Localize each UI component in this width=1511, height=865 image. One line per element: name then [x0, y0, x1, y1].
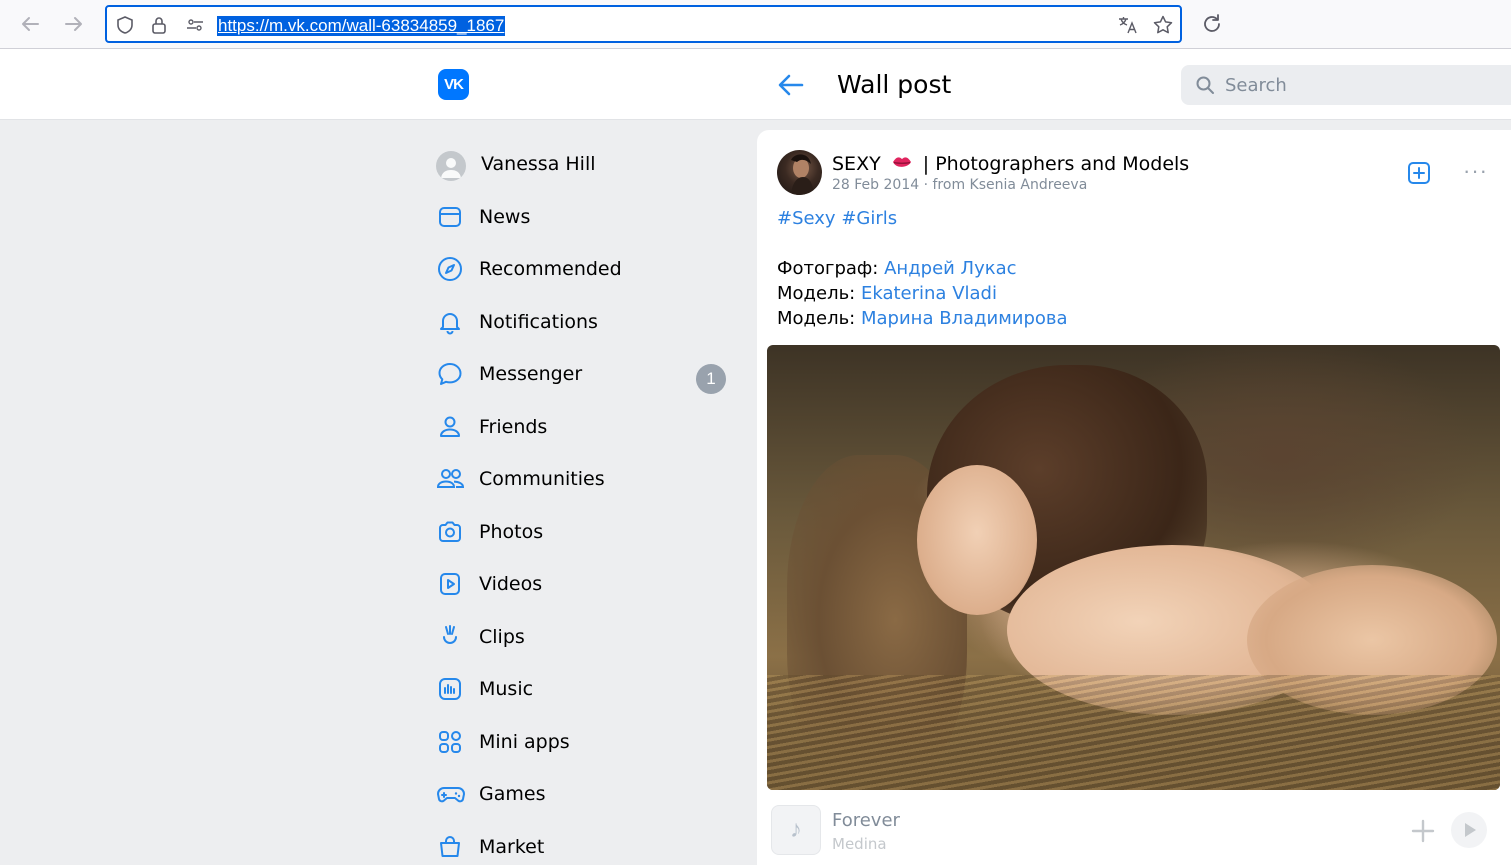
sidebar-item-photos[interactable]: Photos	[430, 508, 736, 552]
sidebar-item-label: Music	[479, 678, 534, 700]
community-name-prefix: SEXY	[832, 153, 881, 175]
sidebar-item-news[interactable]: News	[430, 193, 736, 237]
add-track-icon[interactable]	[1411, 819, 1435, 843]
browser-forward-icon[interactable]	[60, 10, 88, 38]
sidebar-item-notifications[interactable]: Notifications	[430, 298, 736, 342]
credit-line: Модель: Ekaterina Vladi	[777, 281, 997, 306]
meta-separator: ·	[923, 177, 929, 193]
sidebar-item-label: Mini apps	[479, 731, 570, 753]
credit-link[interactable]: Ekaterina Vladi	[861, 283, 997, 304]
music-note-icon: ♪	[771, 805, 821, 855]
gamepad-icon	[436, 780, 465, 808]
credit-line: Модель: Марина Владимирова	[777, 306, 1068, 331]
sidebar-item-label: Friends	[479, 416, 548, 438]
credit-line: Фотограф: Андрей Лукас	[777, 256, 1017, 281]
sidebar-item-label: Photos	[479, 521, 544, 543]
apps-icon	[436, 728, 464, 756]
photo-region	[917, 465, 1037, 615]
photo-region	[767, 675, 1500, 790]
sidebar-item-label: Market	[479, 836, 545, 858]
track-title: Forever	[832, 810, 900, 831]
translate-icon[interactable]	[1117, 14, 1139, 36]
clips-icon	[436, 623, 464, 651]
vk-logo[interactable]: VK	[438, 69, 469, 100]
message-icon	[436, 360, 464, 388]
search-input[interactable]	[1225, 65, 1495, 105]
credit-label: Фотограф:	[777, 258, 879, 279]
user-icon	[436, 413, 464, 441]
credit-link[interactable]: Андрей Лукас	[884, 258, 1016, 279]
search-icon	[1195, 75, 1215, 95]
browser-toolbar: https://m.vk.com/wall-63834859_1867	[0, 0, 1511, 49]
sidebar-item-music[interactable]: Music	[430, 665, 736, 709]
sidebar-item-label: Messenger	[479, 363, 583, 385]
sidebar-item-mini-apps[interactable]: Mini apps	[430, 718, 736, 762]
permissions-icon[interactable]	[185, 15, 205, 35]
browser-back-icon[interactable]	[16, 10, 44, 38]
post-photo[interactable]	[767, 345, 1500, 790]
wall-post-card: SEXY | Photographers and Models 28 Feb 2…	[757, 130, 1511, 865]
unread-badge: 1	[696, 364, 726, 394]
hashtag-link[interactable]: #Sexy	[777, 208, 836, 229]
music-icon	[436, 675, 464, 703]
reload-icon[interactable]	[1198, 10, 1226, 38]
credit-label: Модель:	[777, 308, 856, 329]
news-icon	[436, 203, 464, 231]
vk-header: VK Wall post	[0, 49, 1511, 120]
sidebar-item-label: Clips	[479, 626, 525, 648]
sidebar-item-profile[interactable]: Vanessa Hill	[430, 140, 736, 184]
sidebar-item-friends[interactable]: Friends	[430, 403, 736, 447]
sidebar-item-games[interactable]: Games	[430, 770, 736, 814]
track-artist[interactable]: Medina	[832, 835, 887, 853]
search-box[interactable]	[1181, 65, 1511, 105]
post-source[interactable]: from Ksenia Andreeva	[933, 177, 1088, 193]
post-date[interactable]: 28 Feb 2014	[832, 177, 919, 193]
camera-icon	[436, 518, 464, 546]
community-name-suffix: | Photographers and Models	[922, 153, 1190, 175]
sidebar-item-label: Vanessa Hill	[481, 153, 596, 175]
community-name[interactable]: SEXY | Photographers and Models	[832, 152, 1189, 176]
video-icon	[436, 570, 464, 598]
url-text[interactable]: https://m.vk.com/wall-63834859_1867	[217, 16, 506, 36]
credit-link[interactable]: Марина Владимирова	[861, 308, 1068, 329]
back-arrow-icon[interactable]	[776, 71, 806, 99]
users-icon	[436, 465, 465, 493]
sidebar-item-label: Games	[479, 783, 546, 805]
sidebar-item-label: News	[479, 206, 531, 228]
play-icon[interactable]	[1451, 812, 1487, 848]
compass-icon	[436, 255, 464, 283]
bag-icon	[436, 833, 464, 861]
more-options-icon[interactable]: ···	[1463, 160, 1487, 185]
user-avatar	[436, 151, 466, 181]
sidebar-item-market[interactable]: Market	[430, 823, 736, 865]
sidebar-item-videos[interactable]: Videos	[430, 560, 736, 604]
sidebar-item-label: Videos	[479, 573, 543, 595]
post-meta: 28 Feb 2014 · from Ksenia Andreeva	[832, 176, 1087, 194]
sidebar-item-clips[interactable]: Clips	[430, 613, 736, 657]
bookmark-star-icon[interactable]	[1152, 14, 1174, 36]
sidebar-item-label: Notifications	[479, 311, 598, 333]
post-hashtags: #Sexy #Girls	[777, 206, 897, 231]
sidebar-item-communities[interactable]: Communities	[430, 455, 736, 499]
sidebar-item-label: Recommended	[479, 258, 622, 280]
add-square-icon[interactable]	[1407, 161, 1431, 185]
sidebar-item-label: Communities	[479, 468, 605, 490]
lips-icon	[891, 154, 913, 172]
sidebar-item-recommended[interactable]: Recommended	[430, 245, 736, 289]
audio-attachment[interactable]: ♪ Forever Medina	[771, 805, 1501, 857]
lock-icon[interactable]	[149, 15, 169, 35]
shield-icon[interactable]	[115, 15, 135, 35]
bell-icon	[436, 308, 464, 336]
sidebar-item-messenger[interactable]: Messenger 1	[430, 350, 736, 394]
hashtag-link[interactable]: #Girls	[841, 208, 897, 229]
credit-label: Модель:	[777, 283, 856, 304]
community-avatar[interactable]	[777, 150, 822, 195]
address-bar[interactable]: https://m.vk.com/wall-63834859_1867	[105, 5, 1182, 43]
page-title: Wall post	[837, 70, 952, 99]
